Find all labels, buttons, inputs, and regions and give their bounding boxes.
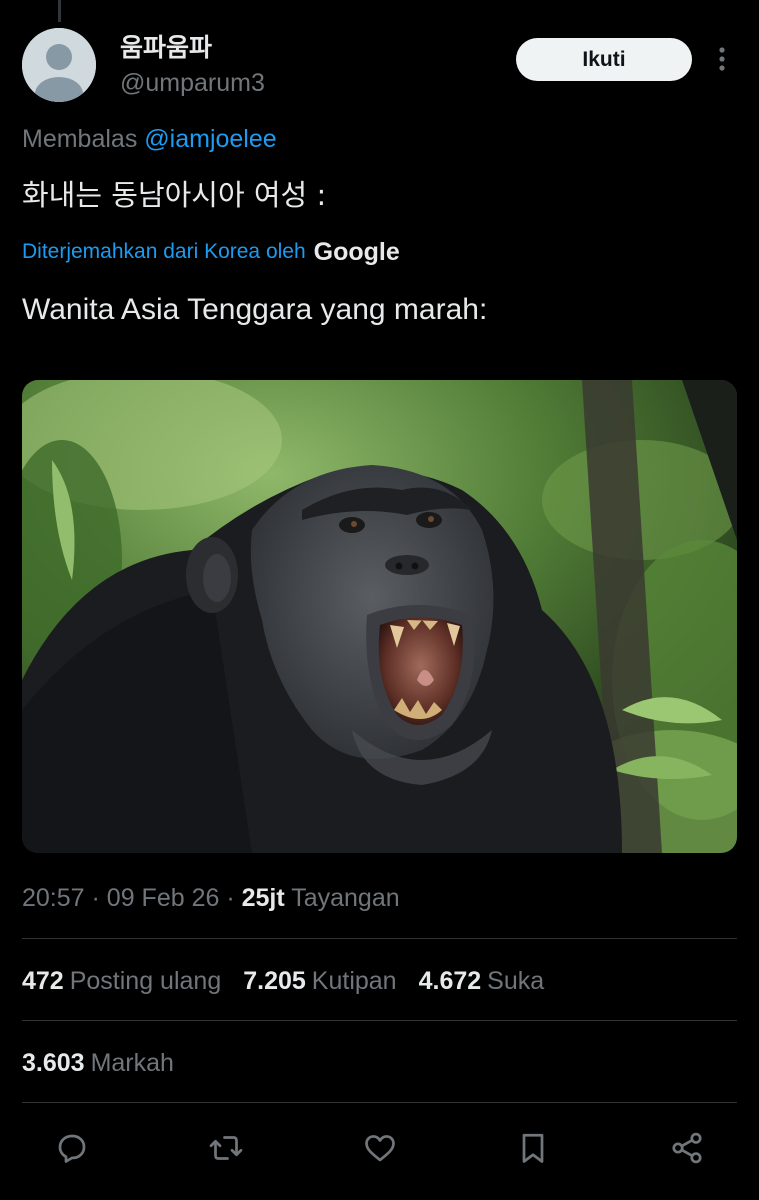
chimpanzee-photo (22, 380, 737, 853)
more-icon (719, 47, 725, 71)
follow-button[interactable]: Ikuti (516, 38, 692, 81)
tweet-original-text: 화내는 동남아시아 여성 : (22, 178, 327, 212)
author-names: 움파움파 @umparum3 (120, 32, 265, 100)
views-label: Tayangan (291, 884, 400, 912)
thread-connector-line (58, 0, 61, 22)
tweet-date[interactable]: 09 Feb 26 (107, 884, 220, 912)
translation-attribution: Diterjemahkan dari Korea oleh Google (22, 236, 400, 268)
like-button[interactable] (360, 1128, 400, 1168)
meta-separator: · (91, 884, 107, 912)
meta-separator: · (226, 884, 242, 912)
replying-to: Membalas @iamjoelee (22, 122, 277, 156)
tweet-meta: 20:57 · 09 Feb 26 · 25jt Tayangan (22, 878, 400, 918)
reply-button[interactable] (52, 1128, 92, 1168)
repost-button[interactable] (206, 1128, 246, 1168)
likes-label: Suka (487, 967, 545, 995)
display-name[interactable]: 움파움파 (120, 32, 265, 64)
reposts-stat[interactable]: 472 Posting ulang (22, 960, 221, 1002)
bookmarks-stat[interactable]: 3.603 Markah (22, 1042, 174, 1084)
default-avatar-icon (22, 28, 96, 102)
reposts-label: Posting ulang (69, 967, 222, 995)
tweet-time[interactable]: 20:57 (22, 884, 85, 912)
bookmarks-count: 3.603 (22, 1049, 85, 1077)
reply-icon (58, 1134, 86, 1163)
repost-icon (209, 1136, 243, 1160)
reply-prefix: Membalas (22, 125, 138, 153)
tweet-translated-text: Wanita Asia Tenggara yang marah: (22, 293, 488, 326)
quotes-label: Kutipan (311, 967, 397, 995)
heart-icon (364, 1135, 395, 1162)
tweet-media-image[interactable] (22, 380, 737, 853)
reply-mention-link[interactable]: @iamjoelee (144, 125, 276, 153)
likes-count: 4.672 (418, 967, 482, 995)
more-options-button[interactable] (707, 44, 737, 74)
translated-by-link[interactable]: Diterjemahkan dari Korea oleh (22, 236, 306, 268)
share-icon (672, 1132, 702, 1164)
username-handle[interactable]: @umparum3 (120, 66, 265, 100)
divider (22, 938, 737, 939)
google-logo: Google (313, 238, 400, 266)
tweet-actions-bar (22, 1124, 737, 1172)
bookmark-button[interactable] (513, 1128, 553, 1168)
bookmark-icon (522, 1133, 544, 1163)
avatar[interactable] (22, 28, 96, 102)
quotes-count: 7.205 (243, 967, 306, 995)
engagement-stats: 472 Posting ulang 7.205 Kutipan 4.672 Suka (22, 960, 566, 1002)
quotes-stat[interactable]: 7.205 Kutipan (243, 960, 396, 1002)
bookmarks-label: Markah (90, 1049, 174, 1077)
tweet-header: 움파움파 @umparum3 Ikuti (22, 28, 737, 108)
reposts-count: 472 (22, 967, 64, 995)
views-count: 25jt (241, 884, 285, 912)
divider (22, 1020, 737, 1021)
likes-stat[interactable]: 4.672 Suka (419, 960, 545, 1002)
divider (22, 1102, 737, 1103)
share-button[interactable] (667, 1128, 707, 1168)
